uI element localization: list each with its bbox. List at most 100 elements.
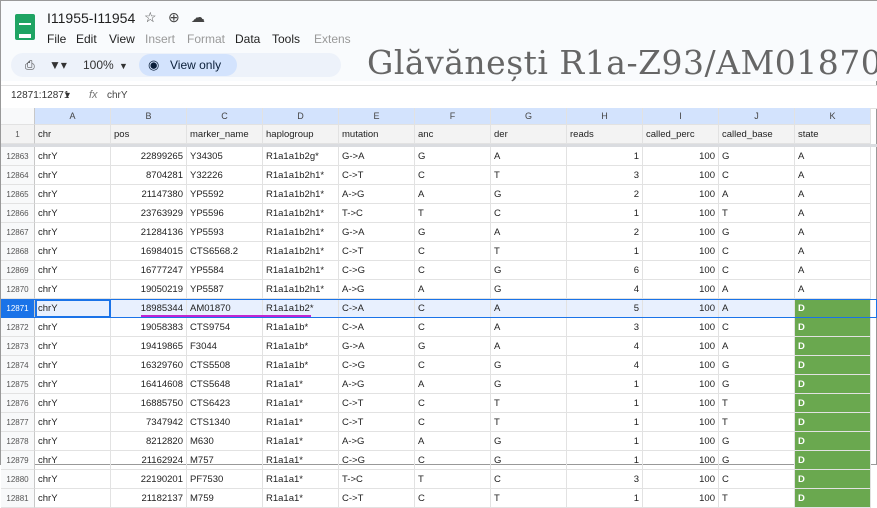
cell-h[interactable]: 4 [567, 280, 643, 299]
cell-g[interactable]: C [491, 470, 567, 489]
cell-i[interactable]: 100 [643, 432, 719, 451]
cell-f[interactable]: A [415, 432, 491, 451]
cell-h[interactable]: 1 [567, 242, 643, 261]
cell-k[interactable]: state [795, 125, 871, 144]
cell-b[interactable]: 16414608 [111, 375, 187, 394]
cell-d[interactable]: R1a1a1b2h1* [263, 204, 339, 223]
cell-b[interactable]: 19419865 [111, 337, 187, 356]
cell-i[interactable]: 100 [643, 147, 719, 166]
row-number[interactable]: 1 [1, 125, 35, 144]
cell-d[interactable]: R1a1a1b2h1* [263, 280, 339, 299]
row-number[interactable]: 12870 [1, 280, 35, 299]
column-header-a[interactable]: A [35, 108, 111, 125]
menu-file[interactable]: File [47, 32, 66, 46]
cell-a[interactable]: chrY [35, 470, 111, 489]
formula-input[interactable]: chrY [107, 90, 128, 101]
cell-f[interactable]: A [415, 185, 491, 204]
menu-view[interactable]: View [109, 32, 135, 46]
cell-h[interactable]: 1 [567, 489, 643, 508]
row-number[interactable]: 12875 [1, 375, 35, 394]
cell-k[interactable]: D [795, 470, 871, 489]
cell-b[interactable]: 16984015 [111, 242, 187, 261]
cell-a[interactable]: chrY [35, 261, 111, 280]
cell-f[interactable]: T [415, 204, 491, 223]
cell-f[interactable]: C [415, 318, 491, 337]
cell-d[interactable]: R1a1a1b2h1* [263, 166, 339, 185]
cell-b[interactable]: 16329760 [111, 356, 187, 375]
cell-d[interactable]: R1a1a1* [263, 451, 339, 470]
cell-f[interactable]: G [415, 223, 491, 242]
row-number[interactable]: 12866 [1, 204, 35, 223]
cell-h[interactable]: 4 [567, 356, 643, 375]
cell-b[interactable]: 16885750 [111, 394, 187, 413]
cell-h[interactable]: 3 [567, 318, 643, 337]
cell-f[interactable]: C [415, 413, 491, 432]
cell-f[interactable]: C [415, 489, 491, 508]
cell-e[interactable]: A->G [339, 185, 415, 204]
cell-a[interactable]: chrY [35, 356, 111, 375]
row-number[interactable]: 12864 [1, 166, 35, 185]
menu-data[interactable]: Data [235, 32, 260, 46]
cell-j[interactable]: A [719, 280, 795, 299]
column-header-h[interactable]: H [567, 108, 643, 125]
cell-f[interactable]: C [415, 451, 491, 470]
cell-k[interactable]: A [795, 147, 871, 166]
cell-g[interactable]: G [491, 451, 567, 470]
cell-f[interactable]: G [415, 337, 491, 356]
menu-format[interactable]: Format [187, 32, 225, 46]
cell-c[interactable]: CTS6568.2 [187, 242, 263, 261]
cell-i[interactable]: called_perc [643, 125, 719, 144]
cell-g[interactable]: A [491, 318, 567, 337]
cell-i[interactable]: 100 [643, 185, 719, 204]
cell-i[interactable]: 100 [643, 223, 719, 242]
cell-h[interactable]: 1 [567, 432, 643, 451]
cell-f[interactable]: C [415, 166, 491, 185]
cell-e[interactable]: C->G [339, 451, 415, 470]
cell-i[interactable]: 100 [643, 204, 719, 223]
cell-a[interactable]: chrY [35, 451, 111, 470]
sheets-logo-icon[interactable] [15, 14, 35, 40]
column-header-f[interactable]: F [415, 108, 491, 125]
cell-b[interactable]: 21162924 [111, 451, 187, 470]
cell-c[interactable]: CTS1340 [187, 413, 263, 432]
cell-a[interactable]: chrY [35, 204, 111, 223]
cloud-status-icon[interactable]: ☁ [191, 9, 205, 26]
row-number[interactable]: 12867 [1, 223, 35, 242]
cell-j[interactable]: G [719, 223, 795, 242]
cell-c[interactable]: YP5587 [187, 280, 263, 299]
cell-h[interactable]: 2 [567, 185, 643, 204]
filter-icon[interactable]: ▼▾ [49, 58, 67, 72]
cell-e[interactable]: G->A [339, 147, 415, 166]
star-icon[interactable]: ☆ [144, 9, 157, 26]
cell-j[interactable]: A [719, 185, 795, 204]
row-number[interactable]: 12873 [1, 337, 35, 356]
row-number[interactable]: 12879 [1, 451, 35, 470]
cell-f[interactable]: C [415, 394, 491, 413]
cell-e[interactable]: C->T [339, 166, 415, 185]
row-number[interactable]: 12877 [1, 413, 35, 432]
cell-b[interactable]: 19050219 [111, 280, 187, 299]
row-number[interactable]: 12878 [1, 432, 35, 451]
cell-a[interactable]: chrY [35, 375, 111, 394]
cell-g[interactable]: G [491, 261, 567, 280]
chevron-down-icon[interactable]: ▼ [119, 61, 128, 71]
cell-d[interactable]: R1a1a1* [263, 375, 339, 394]
column-header-b[interactable]: B [111, 108, 187, 125]
cell-i[interactable]: 100 [643, 280, 719, 299]
cell-c[interactable]: YP5593 [187, 223, 263, 242]
cell-k[interactable]: D [795, 375, 871, 394]
row-number[interactable]: 12880 [1, 470, 35, 489]
cell-j[interactable]: A [719, 337, 795, 356]
cell-h[interactable]: 1 [567, 451, 643, 470]
select-all-corner[interactable] [1, 108, 35, 125]
cell-h[interactable]: 3 [567, 166, 643, 185]
cell-j[interactable]: C [719, 242, 795, 261]
cell-g[interactable]: A [491, 223, 567, 242]
cell-c[interactable]: CTS5648 [187, 375, 263, 394]
cell-g[interactable]: G [491, 280, 567, 299]
cell-c[interactable]: CTS9754 [187, 318, 263, 337]
cell-b[interactable]: 22899265 [111, 147, 187, 166]
name-box[interactable]: 12871:12871 [11, 90, 69, 101]
column-header-i[interactable]: I [643, 108, 719, 125]
cell-k[interactable]: D [795, 489, 871, 508]
